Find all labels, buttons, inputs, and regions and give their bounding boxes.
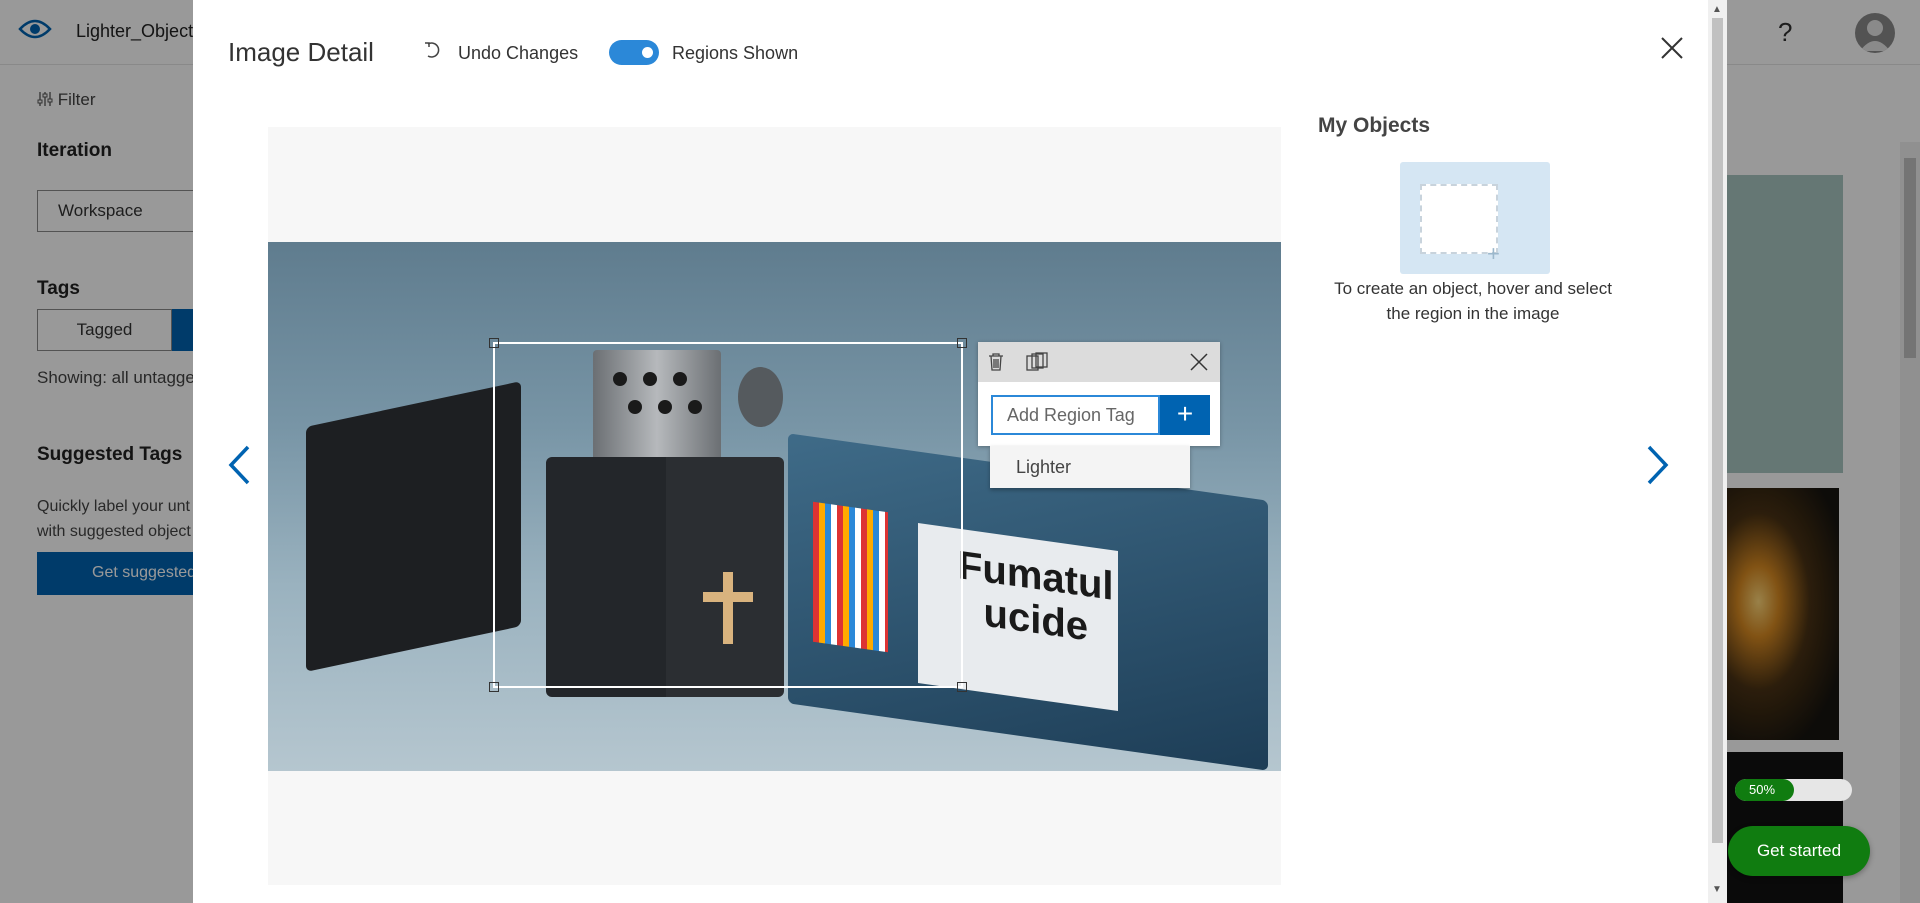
scroll-up-arrow[interactable]: ▲ [1712,4,1722,15]
modal-scrollbar-thumb[interactable] [1712,18,1723,843]
region-tag-input[interactable] [991,395,1160,435]
region-box[interactable] [489,338,967,692]
resize-handle[interactable] [957,338,967,348]
my-objects-title: My Objects [1318,114,1431,137]
regions-shown-label: Regions Shown [672,43,799,63]
tag-suggestion-item[interactable]: Lighter [990,446,1190,488]
progress-bar: 50% [1735,779,1794,801]
modal-title: Image Detail [228,37,374,67]
resize-handle[interactable] [489,338,499,348]
lighter-lid [306,381,521,672]
trash-icon[interactable] [987,352,1005,372]
image-detail-modal: Image Detail Undo Changes Regions Shown … [193,0,1727,903]
undo-changes-button[interactable]: Undo Changes [458,43,578,64]
chevron-right-icon[interactable] [1645,444,1671,486]
undo-icon[interactable] [423,40,443,60]
scroll-down-arrow[interactable]: ▼ [1712,884,1722,895]
my-objects-hint: To create an object, hover and select th… [1334,279,1612,323]
close-icon[interactable] [1190,353,1208,371]
multiple-regions-icon[interactable] [1026,352,1048,372]
get-started-button[interactable]: Get started [1728,826,1870,876]
chevron-left-icon[interactable] [226,444,252,486]
resize-handle[interactable] [957,682,967,692]
add-region-tag-button[interactable]: + [1160,395,1210,435]
resize-handle[interactable] [489,682,499,692]
close-icon[interactable] [1659,35,1685,61]
plus-icon: + [1487,241,1500,266]
popup-header [978,342,1220,382]
region-tag-popup: + [978,342,1220,446]
regions-toggle-knob [642,47,653,58]
